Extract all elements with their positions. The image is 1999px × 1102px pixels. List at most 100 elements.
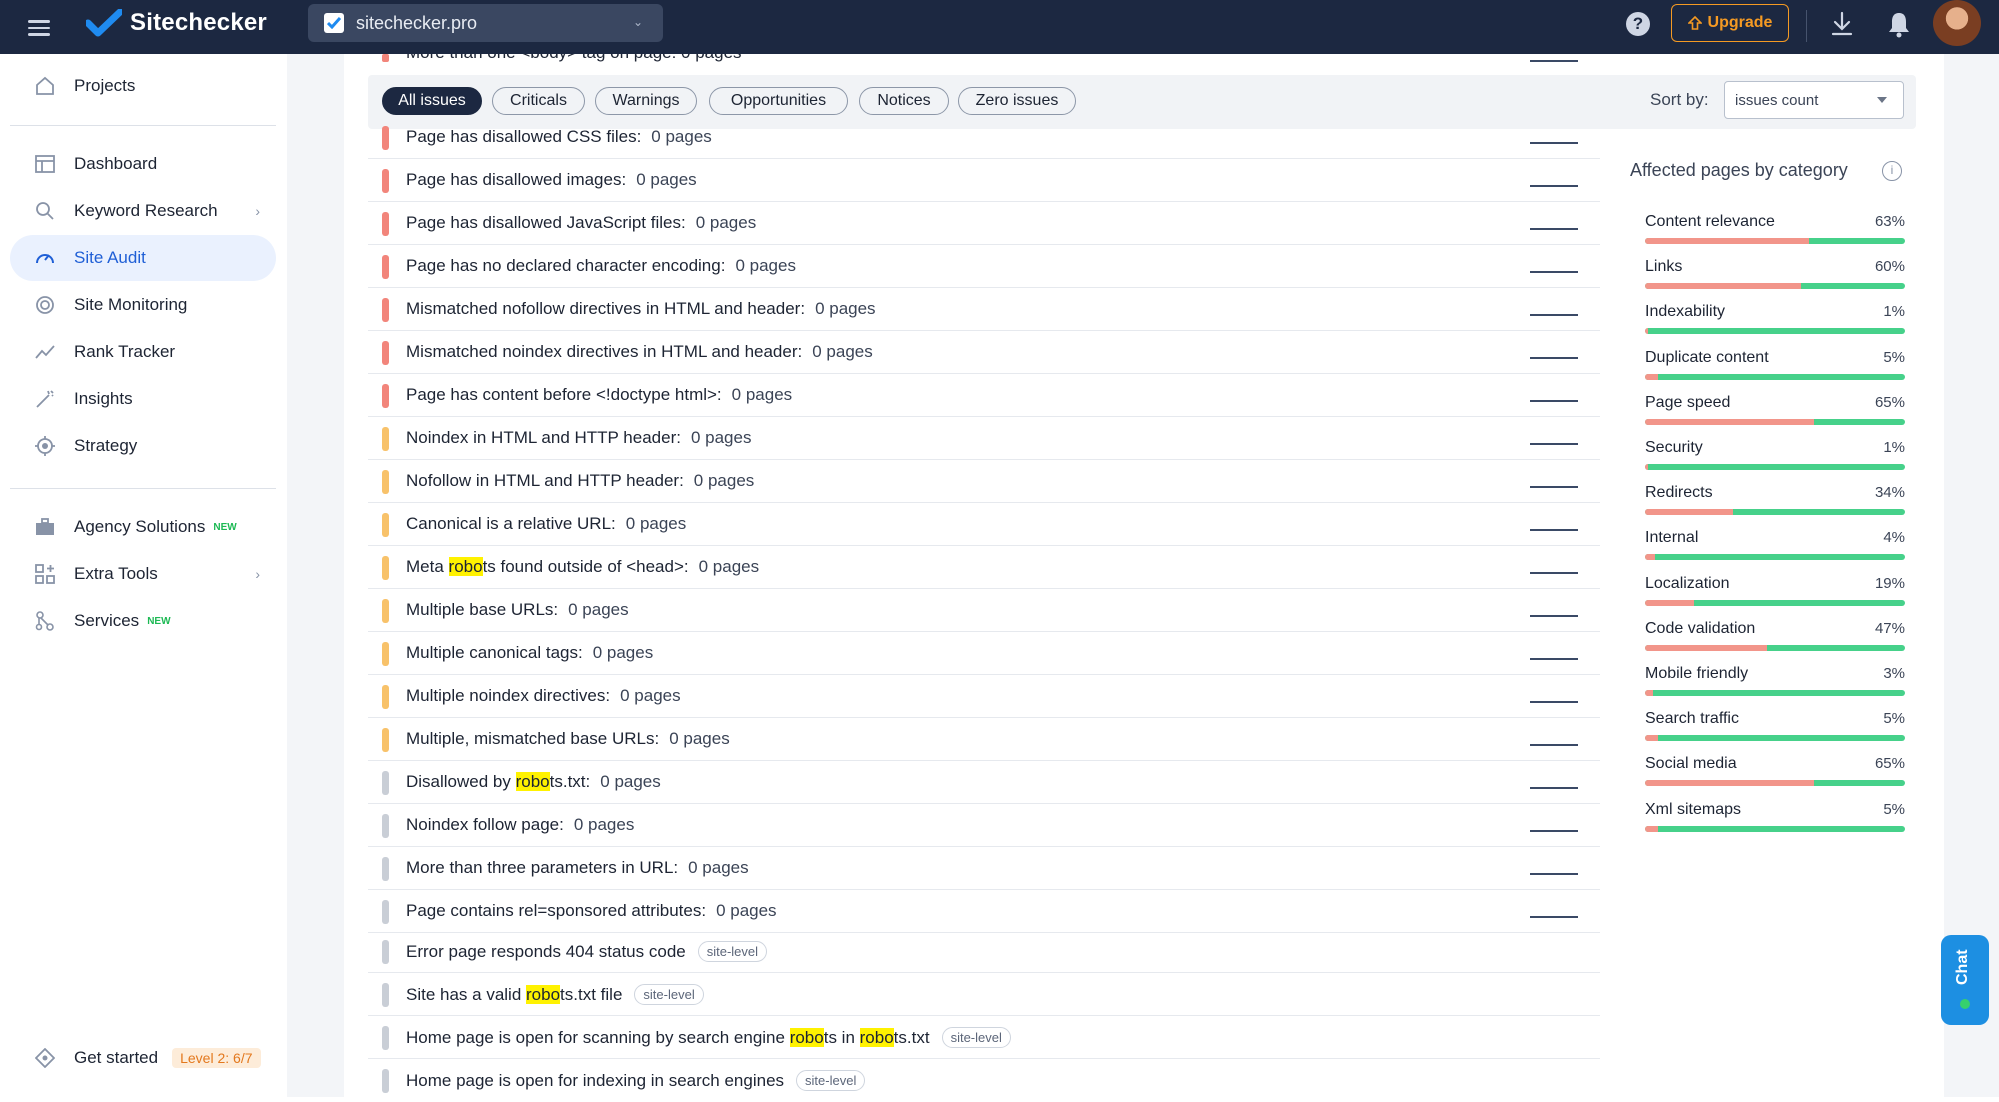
category-progress-bar — [1645, 509, 1905, 516]
category-item[interactable]: Links 60% — [1645, 258, 1905, 303]
category-item[interactable]: Mobile friendly 3% — [1645, 665, 1905, 710]
issue-row[interactable]: Page has content before <!doctype html>:… — [368, 374, 1600, 417]
get-started-icon — [34, 1047, 56, 1069]
issue-row[interactable]: Page has disallowed CSS files: 0 pages — [368, 116, 1600, 159]
sidebar-item-projects[interactable]: Projects — [10, 63, 276, 109]
issue-row[interactable]: Meta robots found outside of <head>: 0 pa… — [368, 546, 1600, 589]
site-level-badge: site-level — [634, 984, 704, 1005]
issue-row[interactable]: Error page responds 404 status code site-… — [368, 930, 1600, 973]
search-highlight: robo — [859, 1028, 894, 1047]
category-item[interactable]: Redirects 34% — [1645, 484, 1905, 529]
issue-row[interactable]: Canonical is a relative URL: 0 pages — [368, 503, 1600, 546]
project-selector[interactable]: sitechecker.pro ⌄ — [308, 4, 663, 42]
sidebar-item-label: Extra Tools — [74, 564, 158, 583]
category-progress-bar — [1645, 825, 1905, 832]
strategy-icon — [34, 435, 56, 457]
issue-row[interactable]: Nofollow in HTML and HTTP header: 0 pages — [368, 460, 1600, 503]
sidebar-item-insights[interactable]: Insights — [10, 376, 276, 422]
trend-line — [1530, 916, 1578, 918]
trend-line — [1530, 357, 1578, 359]
issue-row[interactable]: Page has no declared character encoding:… — [368, 245, 1600, 288]
sidebar-item-site-audit[interactable]: Site Audit — [10, 235, 276, 281]
chip-zero-issues[interactable]: Zero issues — [958, 87, 1076, 115]
download-icon[interactable] — [1830, 10, 1854, 38]
help-icon[interactable]: ? — [1626, 12, 1650, 36]
issue-title: Noindex follow page: — [406, 815, 564, 834]
chip-all-issues[interactable]: All issues — [382, 87, 482, 115]
sidebar-item-services[interactable]: Services NEW — [10, 598, 276, 644]
chip-opportunities[interactable]: Opportunities — [709, 87, 848, 115]
search-highlight: robo — [789, 1028, 824, 1047]
sidebar-item-site-monitoring[interactable]: Site Monitoring — [10, 282, 276, 328]
issue-title-part: Site has a valid — [406, 985, 527, 1004]
issue-title: More than three parameters in URL: — [406, 858, 679, 877]
category-percent: 65% — [1874, 393, 1905, 411]
issue-row[interactable]: Home page is open for scanning by search… — [368, 1016, 1600, 1059]
issue-row[interactable]: Site has a valid robots.txt file site-lev… — [368, 973, 1600, 1016]
chat-button[interactable]: Chat — [1941, 935, 1989, 1025]
sidebar-item-label: Insights — [74, 389, 133, 408]
issue-row[interactable]: Page has disallowed images: 0 pages — [368, 159, 1600, 202]
category-item[interactable]: Code validation 47% — [1645, 620, 1905, 665]
issue-row[interactable]: Multiple noindex directives: 0 pages — [368, 675, 1600, 718]
category-item[interactable]: Content relevance 63% — [1645, 213, 1905, 258]
issue-row[interactable]: Noindex in HTML and HTTP header: 0 pages — [368, 417, 1600, 460]
category-item[interactable]: Xml sitemaps 5% — [1645, 801, 1905, 846]
category-item[interactable]: Localization 19% — [1645, 575, 1905, 620]
severity-marker — [382, 685, 389, 709]
category-item[interactable]: Indexability 1% — [1645, 303, 1905, 348]
issue-title: Canonical is a relative URL: — [406, 514, 616, 533]
upgrade-button[interactable]: Upgrade — [1671, 4, 1789, 42]
issue-row[interactable]: Multiple canonical tags: 0 pages — [368, 632, 1600, 675]
category-item[interactable]: Security 1% — [1645, 439, 1905, 484]
sidebar-item-keyword-research[interactable]: Keyword Research › — [10, 188, 276, 234]
issue-row[interactable]: Disallowed by robots.txt: 0 pages — [368, 761, 1600, 804]
issue-row[interactable]: More than three parameters in URL: 0 page… — [368, 847, 1600, 890]
category-item[interactable]: Page speed 65% — [1645, 394, 1905, 439]
issue-row[interactable]: Mismatched nofollow directives in HTML a… — [368, 288, 1600, 331]
category-item[interactable]: Social media 65% — [1645, 755, 1905, 800]
sidebar-item-agency-solutions[interactable]: Agency Solutions NEW — [10, 504, 276, 550]
chip-warnings[interactable]: Warnings — [595, 87, 697, 115]
category-item[interactable]: Duplicate content 5% — [1645, 349, 1905, 394]
info-icon[interactable]: i — [1882, 161, 1902, 181]
sidebar-item-strategy[interactable]: Strategy — [10, 423, 276, 469]
issue-page-count: 0 pages — [698, 557, 760, 576]
notifications-bell-icon[interactable] — [1886, 10, 1912, 38]
user-avatar[interactable] — [1933, 0, 1981, 46]
top-bar: Sitechecker sitechecker.pro ⌄ ? Upgrade — [0, 0, 1999, 54]
category-item[interactable]: Search traffic 5% — [1645, 710, 1905, 755]
logo[interactable]: Sitechecker — [86, 9, 267, 37]
issue-row[interactable]: Multiple, mismatched base URLs: 0 pages — [368, 718, 1600, 761]
sidebar-item-rank-tracker[interactable]: Rank Tracker — [10, 329, 276, 375]
sidebar-item-dashboard[interactable]: Dashboard — [10, 141, 276, 187]
issue-text: Meta robots found outside of <head>: 0 pa… — [406, 557, 759, 577]
sidebar-item-label: Site Audit — [74, 248, 146, 267]
issue-row[interactable]: Home page is open for indexing in search… — [368, 1059, 1600, 1102]
issue-row-partial: More than one <body> tag on page: 0 page… — [368, 54, 1600, 62]
sidebar-item-get-started[interactable]: Get started Level 2: 6/7 — [10, 1035, 276, 1081]
issue-row[interactable]: Page has disallowed JavaScript files: 0 p… — [368, 202, 1600, 245]
issue-row[interactable]: Page contains rel=sponsored attributes: 0… — [368, 890, 1600, 933]
chip-criticals[interactable]: Criticals — [492, 87, 585, 115]
category-progress-fill — [1645, 825, 1658, 832]
category-progress-fill — [1645, 509, 1734, 516]
issue-row[interactable]: Multiple base URLs: 0 pages — [368, 589, 1600, 632]
sort-select[interactable]: issues count — [1724, 81, 1904, 119]
category-progress-bar — [1645, 599, 1905, 606]
issue-row[interactable]: Mismatched noindex directives in HTML an… — [368, 331, 1600, 374]
category-percent: 34% — [1874, 484, 1905, 502]
sort-label: Sort by: — [1650, 90, 1709, 109]
trend-line — [1530, 658, 1578, 660]
issue-title-part: Home page is open for scanning by search… — [406, 1028, 790, 1047]
hamburger-menu-icon[interactable] — [28, 16, 50, 36]
issue-row[interactable]: Noindex follow page: 0 pages — [368, 804, 1600, 847]
sidebar-item-extra-tools[interactable]: Extra Tools › — [10, 551, 276, 597]
category-percent: 5% — [1883, 800, 1905, 818]
issue-title: Home page is open for indexing in search… — [406, 1071, 785, 1090]
site-level-badge: site-level — [796, 1070, 866, 1091]
issue-title-part: ts.txt: — [549, 772, 591, 791]
category-item[interactable]: Internal 4% — [1645, 529, 1905, 574]
chip-notices[interactable]: Notices — [859, 87, 949, 115]
issue-text: Nofollow in HTML and HTTP header: 0 pages — [406, 471, 754, 491]
